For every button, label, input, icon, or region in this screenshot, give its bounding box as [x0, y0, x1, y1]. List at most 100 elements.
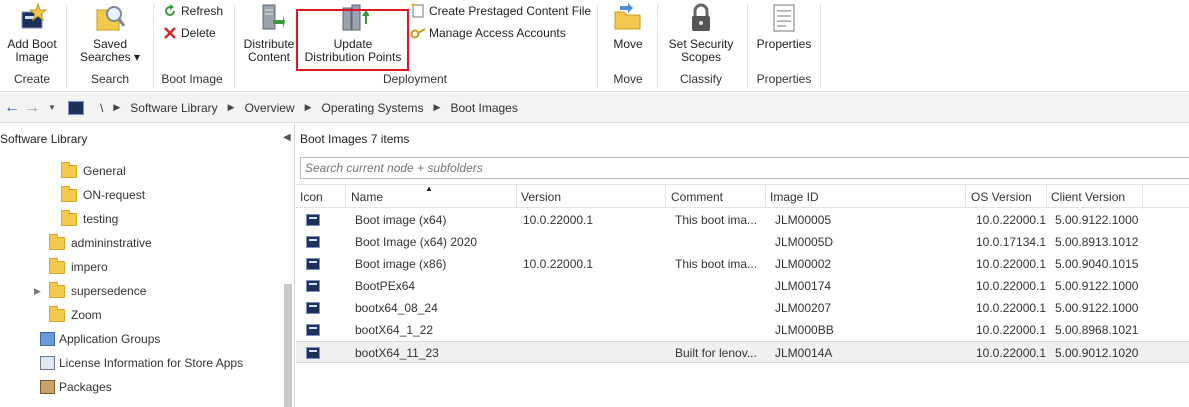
saved-searches-button[interactable]: Saved Searches ▾ — [78, 2, 142, 64]
distribute-content-button[interactable]: Distribute Content — [240, 2, 298, 64]
boot-image-icon — [306, 324, 320, 336]
image-id-cell: JLM0005D — [775, 235, 834, 249]
forward-arrow-icon[interactable]: → — [22, 98, 42, 118]
client-version-cell: 5.00.9122.1000 — [1055, 301, 1139, 315]
boot-image-icon — [306, 214, 320, 226]
navigation-pane-title: Software Library — [0, 132, 88, 146]
tree-item-packages[interactable]: Packages — [40, 376, 112, 398]
prestaged-content-icon — [411, 3, 424, 18]
move-button[interactable]: Move — [606, 2, 650, 51]
boot-image-icon — [306, 236, 320, 248]
create-prestaged-content-button[interactable]: Create Prestaged Content File — [410, 1, 591, 21]
table-row[interactable]: Boot image (x86) 10.0.22000.1 This boot im… — [296, 253, 1189, 275]
client-version-cell: 5.00.9040.1015 — [1055, 257, 1139, 271]
tree-item-label: supersedence — [71, 284, 147, 298]
name-cell: bootX64_11_23 — [355, 346, 439, 360]
tree-item-testing[interactable]: testing — [61, 208, 118, 230]
set-security-scopes-button[interactable]: Set Security Scopes — [664, 2, 738, 64]
boot-image-icon-cell — [306, 297, 326, 319]
manage-access-accounts-button[interactable]: Manage Access Accounts — [410, 23, 566, 43]
client-version-cell: 5.00.9012.1020 — [1055, 346, 1139, 360]
table-row[interactable]: bootX64_11_23 Built for lenov... JLM0014A 1… — [296, 341, 1189, 363]
comment-cell — [675, 319, 765, 341]
tree-item-on-request[interactable]: ON-request — [61, 184, 145, 206]
highlight-box — [296, 9, 409, 71]
folder-icon — [49, 233, 65, 250]
table-row[interactable]: BootPEx64 JLM00174 10.0.22000.1 5.00.9122.1… — [296, 275, 1189, 297]
boot-image-icon-cell — [306, 275, 326, 297]
manage-access-accounts-label: Manage Access Accounts — [429, 26, 566, 40]
column-header-client-version[interactable]: Client Version — [1047, 185, 1143, 208]
version-cell — [523, 231, 668, 253]
collapse-pane-icon[interactable]: ◀ — [283, 132, 291, 143]
client-version-cell: 5.00.9122.1000 — [1055, 279, 1139, 293]
folder-icon — [49, 257, 65, 274]
main-pane: Boot Images 7 items Icon Name ▲ Version … — [296, 124, 1189, 407]
tree-item-application-groups[interactable]: Application Groups — [40, 328, 160, 350]
comment-cell — [675, 297, 765, 319]
move-label: Move — [613, 37, 643, 51]
tree-item-license-information[interactable]: License Information for Store Apps — [40, 352, 243, 374]
boot-image-icon-cell — [306, 209, 326, 231]
tree-item-label: Application Groups — [59, 332, 161, 346]
column-header-row: Icon Name ▲ Version Comment Image ID OS … — [296, 184, 1189, 208]
breadcrumb-overview[interactable]: Overview — [245, 101, 295, 115]
tree-item-zoom[interactable]: Zoom — [49, 304, 102, 326]
refresh-button[interactable]: Refresh — [162, 1, 223, 21]
tree-item-label: General — [83, 164, 126, 178]
address-bar: ← → ▼ \ ▶ Software Library ▶ Overview ▶ … — [0, 93, 1189, 123]
search-input[interactable] — [300, 157, 1189, 179]
saved-searches-label: Saved Searches ▾ — [79, 37, 141, 64]
tree-item-general[interactable]: General — [61, 160, 126, 182]
column-header-comment[interactable]: Comment — [667, 185, 766, 208]
table-row[interactable]: Boot image (x64) 10.0.22000.1 This boot im… — [296, 209, 1189, 231]
os-version-cell: 10.0.22000.1 — [976, 279, 1047, 293]
navigation-scrollbar[interactable] — [284, 284, 292, 407]
breadcrumb-boot-images[interactable]: Boot Images — [450, 101, 517, 115]
version-cell — [523, 342, 668, 364]
column-header-version[interactable]: Version — [517, 185, 666, 208]
history-dropdown-icon[interactable]: ▼ — [42, 98, 62, 118]
boot-image-icon — [306, 258, 320, 270]
delete-button[interactable]: Delete — [162, 23, 216, 43]
tree-item-impero[interactable]: impero — [49, 256, 108, 278]
folder-icon — [49, 305, 65, 322]
name-cell: Boot image (x86) — [355, 257, 447, 271]
group-label-search: Search — [90, 72, 130, 86]
client-version-cell: 5.00.9122.1000 — [1055, 213, 1139, 227]
expand-arrow-icon[interactable]: ▶ — [34, 286, 41, 297]
back-arrow-icon[interactable]: ← — [2, 98, 22, 118]
lock-icon — [692, 3, 710, 31]
table-row[interactable]: Boot Image (x64) 2020 JLM0005D 10.0.17134.… — [296, 231, 1189, 253]
table-row[interactable]: bootx64_08_24 JLM00207 10.0.22000.1 5.00.91… — [296, 297, 1189, 319]
saved-search-icon — [96, 6, 126, 31]
tree-item-supersedence[interactable]: supersedence — [49, 280, 146, 302]
add-boot-image-button[interactable]: Add Boot Image — [4, 2, 60, 64]
tree-item-admininstrative[interactable]: admininstrative — [49, 232, 152, 254]
breadcrumb-software-library[interactable]: Software Library — [130, 101, 217, 115]
folder-icon — [49, 281, 65, 298]
name-cell: Boot image (x64) — [355, 213, 447, 227]
delete-icon — [164, 27, 176, 39]
image-id-cell: JLM0014A — [775, 346, 833, 360]
properties-button[interactable]: Properties — [754, 2, 814, 51]
boot-image-icon-cell — [306, 342, 326, 364]
boot-image-add-icon — [21, 2, 48, 29]
breadcrumb-operating-systems[interactable]: Operating Systems — [322, 101, 424, 115]
boot-image-icon — [306, 347, 320, 359]
tree-item-label: Packages — [59, 380, 112, 394]
distribute-content-icon — [262, 4, 285, 30]
tree-item-label: ON-request — [83, 188, 146, 202]
breadcrumb-root[interactable]: \ — [100, 101, 103, 115]
version-cell — [523, 319, 668, 341]
column-header-icon[interactable]: Icon — [296, 185, 346, 208]
client-version-cell: 5.00.8913.1012 — [1055, 235, 1139, 249]
tree-item-label: Zoom — [71, 308, 102, 322]
column-header-os-version[interactable]: OS Version — [967, 185, 1047, 208]
image-id-cell: JLM00174 — [775, 279, 832, 293]
folder-icon — [61, 161, 77, 178]
folder-icon — [61, 209, 77, 226]
table-row[interactable]: bootX64_1_22 JLM000BB 10.0.22000.1 5.00.896… — [296, 319, 1189, 341]
column-header-image-id[interactable]: Image ID — [766, 185, 966, 208]
version-cell: 10.0.22000.1 — [523, 257, 594, 271]
